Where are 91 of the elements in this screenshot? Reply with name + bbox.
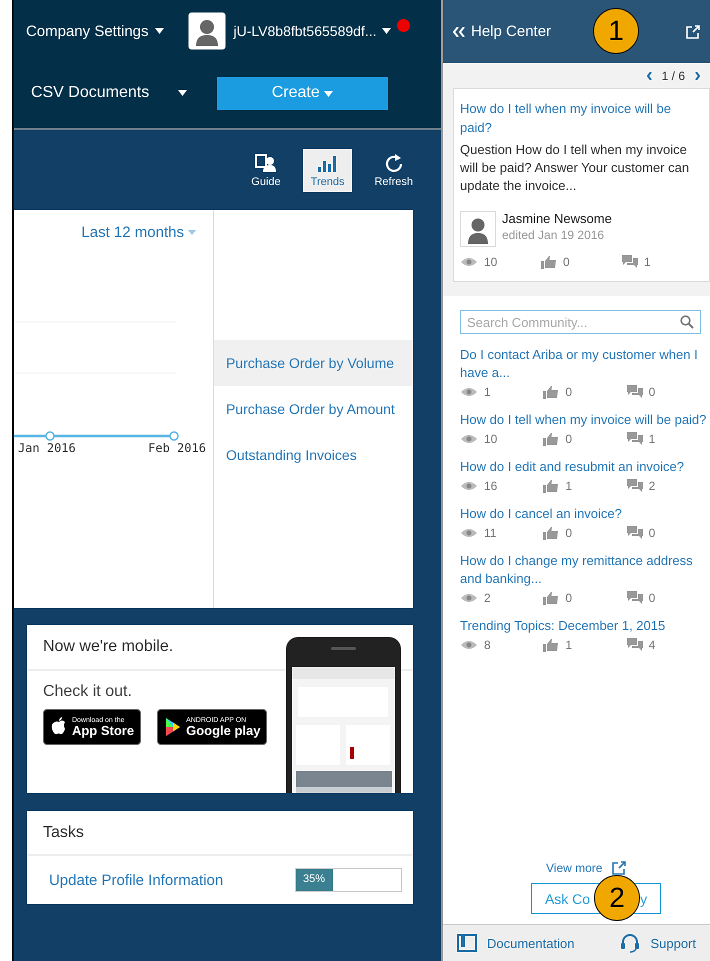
author-avatar-icon	[460, 211, 496, 247]
topic-link[interactable]: Do I contact Ariba or my customer when I have a...	[460, 346, 710, 382]
comment-count: 0	[648, 591, 656, 605]
like-count: 1	[565, 638, 572, 652]
like-count: 0	[565, 385, 572, 399]
topic-link[interactable]: How do I edit and resubmit an invoice?	[460, 458, 710, 476]
like-count: 0	[565, 591, 572, 605]
company-settings-menu[interactable]: Company Settings	[26, 22, 149, 40]
like-count: 0	[565, 526, 572, 540]
view-count: 16	[484, 479, 498, 493]
edited-date: edited Jan 19 2016	[502, 228, 606, 242]
eye-icon	[460, 387, 478, 397]
report-link[interactable]: Outstanding Invoices	[214, 432, 413, 478]
help-center-title[interactable]: Help Center	[471, 23, 552, 40]
mobile-subtitle: Check it out.	[42, 682, 133, 702]
search-icon[interactable]	[680, 315, 694, 329]
eye-icon	[460, 257, 478, 267]
trends-button[interactable]: Trends	[302, 148, 352, 192]
view-count: 11	[484, 526, 496, 540]
article-excerpt: Question How do I tell when my invoice will be paid? Answer Your customer can update the invoice...	[460, 141, 690, 195]
collapse-icon[interactable]	[453, 26, 465, 36]
thumbs-up-icon	[543, 432, 560, 446]
caret-icon[interactable]	[382, 28, 392, 34]
caret-icon[interactable]	[178, 90, 187, 96]
view-count: 8	[484, 638, 491, 652]
progress-reading: 35%	[302, 873, 325, 885]
view-count: 2	[484, 591, 491, 605]
user-menu[interactable]: jU-LV8b8fbt565589df...	[234, 23, 376, 39]
thumbs-up-icon	[543, 591, 560, 605]
user-avatar-icon[interactable]	[188, 12, 226, 50]
next-icon[interactable]	[695, 72, 700, 80]
view-more-link[interactable]: View more	[546, 861, 602, 875]
comment-count: 2	[648, 479, 656, 493]
eye-icon	[460, 434, 478, 444]
comments-icon	[626, 591, 643, 605]
callout-badge: 2	[594, 875, 640, 921]
task-link[interactable]: Update Profile Information	[48, 872, 224, 888]
comment-count: 1	[644, 255, 651, 269]
comments-icon	[626, 385, 643, 399]
caret-icon	[324, 91, 334, 97]
axis-label: Jan 2016	[18, 441, 76, 455]
book-icon	[457, 934, 477, 952]
tasks-title: Tasks	[26, 811, 413, 856]
view-count: 1	[484, 385, 491, 399]
previous-icon[interactable]	[646, 72, 652, 80]
thumbs-up-icon	[543, 526, 560, 540]
search-field[interactable]: Search Community...	[460, 310, 701, 334]
thumbs-up-icon	[543, 385, 560, 399]
external-link-icon[interactable]	[612, 861, 626, 875]
csv-documents-menu[interactable]: CSV Documents	[30, 84, 204, 102]
eye-icon	[460, 528, 478, 538]
topic-link[interactable]: How do I tell when my invoice will be paid?	[460, 411, 710, 429]
topic-link[interactable]: How do I change my remittance address and banking...	[460, 552, 710, 588]
create-button[interactable]: Create	[216, 76, 388, 110]
comment-count: 4	[648, 638, 656, 652]
thumbs-up-icon	[543, 479, 560, 493]
eye-icon	[460, 593, 478, 603]
comments-icon	[626, 432, 643, 446]
comments-icon	[626, 526, 643, 540]
caret-icon[interactable]	[154, 28, 164, 34]
comment-count: 0	[648, 385, 656, 399]
documentation-link[interactable]: Documentation	[457, 934, 574, 952]
like-count: 0	[563, 255, 570, 269]
view-count: 10	[484, 255, 498, 269]
comment-count: 0	[648, 526, 656, 540]
support-link[interactable]: Support	[620, 933, 696, 953]
axis-label: Feb 2016	[148, 441, 206, 455]
like-count: 1	[565, 479, 572, 493]
like-count: 0	[565, 432, 572, 446]
topic-link[interactable]: Trending Topics: December 1, 2015	[460, 617, 710, 635]
callout-badge: 1	[593, 8, 639, 54]
topic-link[interactable]: How do I cancel an invoice?	[460, 505, 710, 523]
comments-icon	[626, 479, 643, 493]
comments-icon	[622, 255, 638, 269]
author-name: Jasmine Newsome	[502, 211, 612, 226]
eye-icon	[460, 481, 478, 491]
guide-button[interactable]: Guide	[243, 148, 289, 192]
report-link[interactable]: Purchase Order by Volume	[214, 340, 413, 386]
report-link[interactable]: Purchase Order by Amount	[214, 386, 413, 432]
view-count: 10	[484, 432, 498, 446]
thumbs-up-icon	[541, 255, 557, 269]
refresh-button[interactable]: Refresh	[366, 148, 421, 192]
guide-icon	[254, 152, 277, 172]
comment-count: 1	[648, 432, 656, 446]
page-indicator: 1 / 6	[662, 69, 685, 83]
article-title[interactable]: How do I tell when my invoice will be paid?	[460, 99, 703, 137]
thumbs-up-icon	[543, 638, 560, 652]
headset-icon	[620, 933, 640, 953]
period-dropdown[interactable]: Last 12 months	[81, 224, 184, 241]
comments-icon	[626, 638, 643, 652]
eye-icon	[460, 640, 478, 650]
